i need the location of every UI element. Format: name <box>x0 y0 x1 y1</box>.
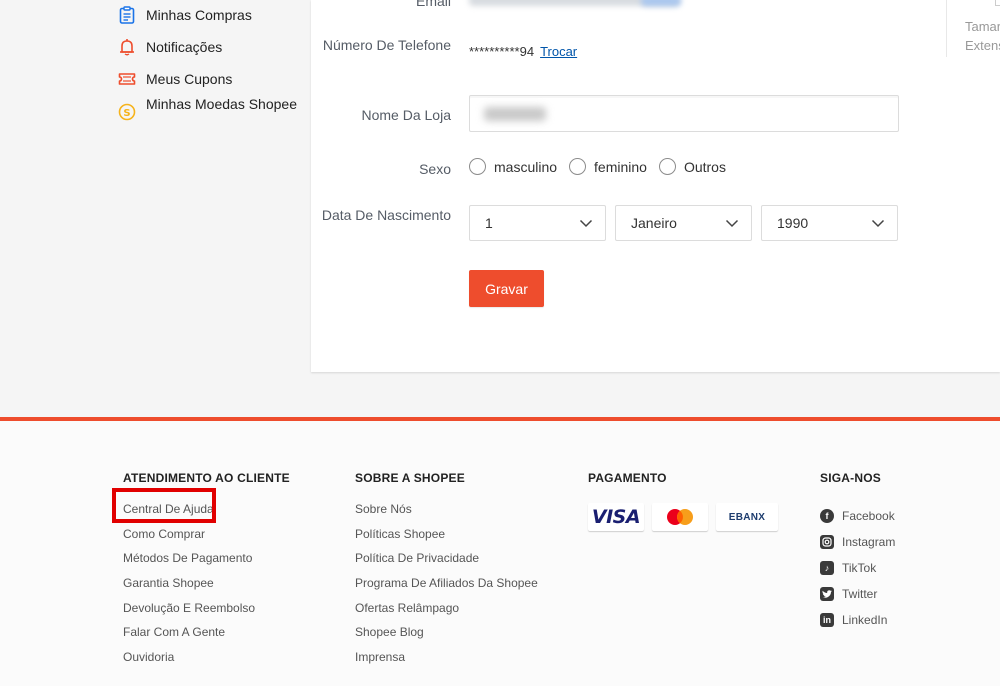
social-label: Twitter <box>842 587 878 601</box>
birth-date-label: Data De Nascimento <box>321 207 451 223</box>
bell-icon <box>118 38 136 56</box>
birth-month-select[interactable]: Janeiro <box>615 205 752 241</box>
footer: ATENDIMENTO AO CLIENTE Central De Ajuda … <box>0 417 1000 686</box>
svg-text:S: S <box>123 108 130 119</box>
chevron-down-icon <box>725 219 739 228</box>
radio-label: Outros <box>683 158 726 175</box>
phone-value: **********94 Trocar <box>469 44 577 59</box>
select-value: 1990 <box>777 215 809 231</box>
highlight-annotation-box <box>112 488 216 523</box>
birth-year-select[interactable]: 1990 <box>761 205 898 241</box>
footer-link-politicas[interactable]: Políticas Shopee <box>355 527 538 553</box>
footer-link-ouvidoria[interactable]: Ouvidoria <box>123 651 290 676</box>
tiktok-icon: ♪ <box>820 561 834 575</box>
select-value: Janeiro <box>631 215 677 231</box>
twitter-icon <box>820 587 834 601</box>
payment-methods: VISA EBANX <box>588 503 786 531</box>
footer-link-falar-com-a-gente[interactable]: Falar Com A Gente <box>123 626 290 651</box>
phone-label: Número De Telefone <box>322 37 451 53</box>
save-button[interactable]: Gravar <box>469 270 544 307</box>
footer-link-ofertas[interactable]: Ofertas Relâmpago <box>355 601 538 627</box>
footer-link-imprensa[interactable]: Imprensa <box>355 651 538 676</box>
social-label: TikTok <box>842 561 877 575</box>
avatar-panel-stub: Tamar Extens <box>946 0 1000 57</box>
radio-outros[interactable]: Outros <box>658 158 726 175</box>
social-link-facebook[interactable]: f Facebook <box>820 503 895 529</box>
linkedin-icon: in <box>820 613 834 627</box>
sidebar-item-label: Minhas Moedas Shopee <box>146 96 297 112</box>
social-label: LinkedIn <box>842 613 888 627</box>
footer-link-devolucao[interactable]: Devolução E Reembolso <box>123 601 290 627</box>
sidebar-item-minhas-moedas[interactable]: S Minhas Moedas Shopee <box>118 95 298 133</box>
coin-icon: S <box>118 103 136 121</box>
social-link-tiktok[interactable]: ♪ TikTok <box>820 555 895 581</box>
sidebar-item-notificacoes[interactable]: Notificações <box>118 31 298 63</box>
radio-label: feminino <box>594 158 647 175</box>
footer-link-blog[interactable]: Shopee Blog <box>355 626 538 651</box>
birth-day-select[interactable]: 1 <box>469 205 606 241</box>
visa-logo-icon: VISA <box>588 503 644 531</box>
social-link-twitter[interactable]: Twitter <box>820 581 895 607</box>
social-label: Instagram <box>842 535 896 549</box>
avatar-size-hint: Tamar <box>965 19 1000 34</box>
store-name-value-redacted <box>484 107 546 121</box>
instagram-icon <box>820 535 834 549</box>
radio-circle[interactable] <box>569 158 587 175</box>
footer-link-afiliados[interactable]: Programa De Afiliados Da Shopee <box>355 577 538 602</box>
chevron-down-icon <box>871 219 885 228</box>
footer-column-title: ATENDIMENTO AO CLIENTE <box>123 471 290 485</box>
radio-circle[interactable] <box>658 158 676 175</box>
ticket-icon <box>118 70 136 88</box>
email-label: Email <box>415 0 451 9</box>
radio-feminino[interactable]: feminino <box>569 158 647 175</box>
sidebar-item-meus-cupons[interactable]: Meus Cupons <box>118 63 298 95</box>
footer-about: SOBRE A SHOPEE Sobre Nós Políticas Shope… <box>355 471 538 676</box>
footer-follow-us: SIGA-NOS f Facebook Instagram ♪ TikTok T… <box>820 471 895 633</box>
facebook-icon: f <box>820 509 834 523</box>
sex-label: Sexo <box>419 161 451 177</box>
footer-link-sobre-nos[interactable]: Sobre Nós <box>355 503 538 528</box>
radio-masculino[interactable]: masculino <box>469 158 557 175</box>
upload-box <box>995 0 1000 6</box>
social-link-instagram[interactable]: Instagram <box>820 529 895 555</box>
sidebar-item-label: Notificações <box>146 39 223 55</box>
ebanx-logo-icon: EBANX <box>716 503 778 531</box>
sidebar-item-label: Meus Cupons <box>146 71 233 87</box>
footer-column-title: PAGAMENTO <box>588 471 667 485</box>
sex-radio-group: masculino feminino Outros <box>469 158 738 175</box>
phone-change-link[interactable]: Trocar <box>540 44 577 59</box>
profile-form-panel: Email Número De Telefone **********94 Tro… <box>311 0 1000 372</box>
avatar-extension-hint: Extens <box>965 38 1000 53</box>
footer-link-metodos-pagamento[interactable]: Métodos De Pagamento <box>123 552 290 577</box>
footer-link-como-comprar[interactable]: Como Comprar <box>123 527 290 553</box>
footer-payment: PAGAMENTO VISA EBANX <box>588 471 786 531</box>
select-value: 1 <box>485 215 493 231</box>
footer-column-title: SIGA-NOS <box>820 471 881 485</box>
mastercard-logo-icon <box>652 503 708 531</box>
footer-column-title: SOBRE A SHOPEE <box>355 471 465 485</box>
footer-link-privacidade[interactable]: Política De Privacidade <box>355 552 538 577</box>
sidebar: Minhas Compras Notificações Meus Cupons … <box>118 0 298 133</box>
phone-number: **********94 <box>469 44 535 59</box>
footer-link-garantia[interactable]: Garantia Shopee <box>123 577 290 602</box>
sidebar-item-minhas-compras[interactable]: Minhas Compras <box>118 0 298 31</box>
store-name-label: Nome Da Loja <box>361 107 452 123</box>
chevron-down-icon <box>579 219 593 228</box>
social-label: Facebook <box>842 509 895 523</box>
radio-label: masculino <box>494 158 558 175</box>
email-change-redacted <box>641 0 681 6</box>
clipboard-icon <box>118 6 136 24</box>
social-link-linkedin[interactable]: in LinkedIn <box>820 607 895 633</box>
radio-circle[interactable] <box>469 158 486 175</box>
sidebar-item-label: Minhas Compras <box>146 7 252 23</box>
store-name-input[interactable] <box>469 95 899 132</box>
